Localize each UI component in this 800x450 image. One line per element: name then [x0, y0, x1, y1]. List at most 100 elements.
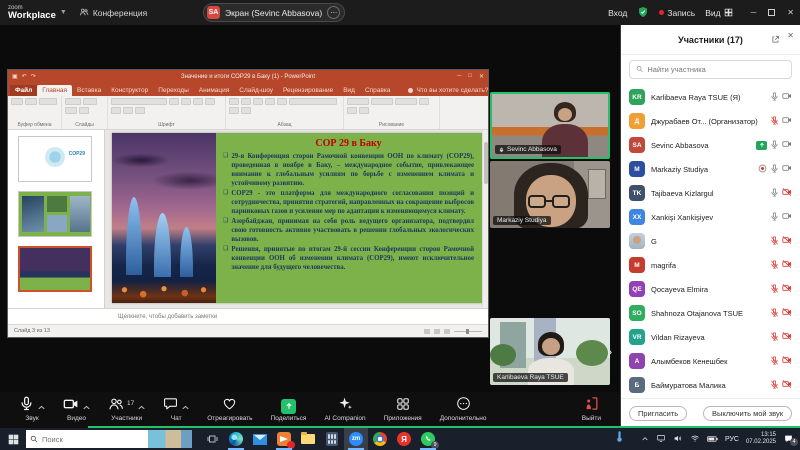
- participant-row[interactable]: Mmagrifa: [629, 253, 792, 277]
- ribbon-group-5[interactable]: Рисование: [344, 96, 440, 129]
- camera-off-icon[interactable]: [782, 328, 792, 346]
- slide-canvas[interactable]: СОР 29 в Баку ❑29-я Конференция сторон Р…: [112, 133, 482, 303]
- ppt-tab-6[interactable]: Анимация: [194, 85, 235, 96]
- camera-icon[interactable]: [782, 208, 792, 226]
- participant-row[interactable]: MMarkaziy Studiya: [629, 157, 792, 181]
- ppt-tab-9[interactable]: Вид: [338, 85, 360, 96]
- recording-indicator[interactable]: Запись: [659, 8, 695, 18]
- participant-row[interactable]: QEQocayeva Elmira: [629, 277, 792, 301]
- ppt-tab-8[interactable]: Рецензирование: [278, 85, 338, 96]
- camera-off-icon[interactable]: [782, 232, 792, 250]
- ppt-tab-3[interactable]: Вставка: [72, 85, 106, 96]
- camera-off-icon[interactable]: [782, 304, 792, 322]
- task-view-button[interactable]: [200, 428, 224, 450]
- ribbon-group-3[interactable]: Шрифт: [108, 96, 226, 129]
- chevron-up-icon[interactable]: [38, 397, 45, 415]
- participant-row[interactable]: VRVildan Rizayeva: [629, 325, 792, 349]
- participant-row[interactable]: ББаймуратова Малика: [629, 373, 792, 397]
- slide-sorter-icon[interactable]: [434, 329, 440, 334]
- camera-icon[interactable]: [782, 112, 792, 130]
- participant-search-box[interactable]: [629, 60, 792, 79]
- ppt-tab-4[interactable]: Конструктор: [106, 85, 153, 96]
- ppt-tab-10[interactable]: Справка: [360, 85, 396, 96]
- ppt-notes-area[interactable]: Щелкните, чтобы добавить заметки: [8, 308, 488, 324]
- mic-muted-icon[interactable]: [770, 304, 779, 322]
- zoom-slider[interactable]: [454, 331, 482, 332]
- notifications-button[interactable]: 4: [783, 434, 794, 444]
- weather-widget[interactable]: [615, 430, 624, 448]
- ribbon-group-2[interactable]: Слайды: [62, 96, 108, 129]
- minimize-button[interactable]: ─: [751, 8, 757, 17]
- normal-view-icon[interactable]: [424, 329, 430, 334]
- close-button[interactable]: ✕: [787, 8, 794, 17]
- slide-thumbnail-2[interactable]: [18, 191, 92, 237]
- participant-row[interactable]: ДДжурабаев От... (Организатор): [629, 109, 792, 133]
- display-icon[interactable]: [656, 430, 666, 448]
- ppt-quick-access-toolbar[interactable]: ▣↶↷: [12, 73, 36, 80]
- ppt-maximize-button[interactable]: □: [468, 73, 472, 80]
- participant-row[interactable]: ААлымбеков Кенешбек: [629, 349, 792, 373]
- whatsapp-app[interactable]: 9: [416, 428, 440, 450]
- ai-companion-button[interactable]: AI Companion: [315, 392, 374, 428]
- camera-off-icon[interactable]: [782, 256, 792, 274]
- mail-app[interactable]: [248, 428, 272, 450]
- file-explorer-app[interactable]: [296, 428, 320, 450]
- slideshow-icon[interactable]: [444, 329, 450, 334]
- chrome-app[interactable]: [368, 428, 392, 450]
- taskbar-search-input[interactable]: [42, 435, 134, 444]
- mic-muted-icon[interactable]: [770, 328, 779, 346]
- participant-row[interactable]: KRKarlibaeva Raya TSUE (Я): [629, 85, 792, 109]
- more-button[interactable]: Дополнительно: [431, 392, 496, 428]
- ppt-close-button[interactable]: ✕: [479, 73, 484, 80]
- participant-row[interactable]: TKTajibaeva Kizlargul: [629, 181, 792, 205]
- security-shield-icon[interactable]: [637, 6, 649, 20]
- camera-off-icon[interactable]: [782, 184, 792, 202]
- ppt-tab-7[interactable]: Слайд-шоу: [234, 85, 278, 96]
- volume-icon[interactable]: [673, 430, 683, 448]
- share-button[interactable]: Поделиться: [262, 392, 316, 428]
- telegram-app[interactable]: [272, 428, 296, 450]
- tray-expand-icon[interactable]: [641, 430, 649, 448]
- ppt-tab-2[interactable]: Главная: [37, 85, 72, 96]
- mic-icon[interactable]: [770, 208, 779, 226]
- participant-search-input[interactable]: [647, 65, 785, 74]
- yandex-browser-app[interactable]: Я: [392, 428, 416, 450]
- participant-row[interactable]: XXXankişi Xankişiyev: [629, 205, 792, 229]
- slide-thumbnail-3-selected[interactable]: [18, 246, 92, 292]
- video-thumbnail-active-speaker[interactable]: Sevinc Abbasova: [490, 92, 610, 159]
- camera-off-icon[interactable]: [782, 280, 792, 298]
- tab-screen-share[interactable]: SA Экран (Sevinc Abbasova) ⋯: [203, 3, 345, 22]
- mic-muted-icon[interactable]: [770, 112, 779, 130]
- ppt-slide-thumbnails[interactable]: COP29: [8, 130, 105, 308]
- taskbar-clock[interactable]: 13:15 07.02.2025: [746, 432, 776, 446]
- video-button[interactable]: Видео: [54, 392, 99, 428]
- video-thumbnail[interactable]: Markaziy Studiya: [490, 161, 610, 228]
- participants-button[interactable]: 17Участники: [99, 392, 154, 428]
- zoom-app[interactable]: zm: [344, 428, 368, 450]
- mic-icon[interactable]: [770, 88, 779, 106]
- ppt-tab-1[interactable]: Файл: [10, 85, 37, 96]
- video-thumbnail[interactable]: Karlibaeva Raya TSUE: [490, 318, 610, 385]
- tab-conference[interactable]: Конференция: [73, 7, 153, 19]
- ribbon-group-4[interactable]: Абзац: [226, 96, 344, 129]
- mic-icon[interactable]: [770, 160, 779, 178]
- mic-muted-icon[interactable]: [770, 352, 779, 370]
- edge-app[interactable]: [224, 428, 248, 450]
- apps-button[interactable]: Приложения: [375, 392, 431, 428]
- mic-muted-icon[interactable]: [770, 376, 779, 394]
- network-icon[interactable]: [690, 430, 700, 448]
- screen-share-options-button[interactable]: ⋯: [327, 6, 340, 19]
- participant-row[interactable]: SOShahnoza Otajanova TSUE: [629, 301, 792, 325]
- participant-row[interactable]: SASevinc Abbasova: [629, 133, 792, 157]
- chevron-up-icon[interactable]: [182, 397, 189, 415]
- camera-icon[interactable]: [782, 88, 792, 106]
- camera-icon[interactable]: [782, 160, 792, 178]
- mute-my-audio-button[interactable]: Выключить мой звук: [703, 406, 792, 421]
- camera-off-icon[interactable]: [782, 352, 792, 370]
- taskbar-search-box[interactable]: [26, 430, 192, 448]
- signin-link[interactable]: Вход: [608, 8, 627, 18]
- chevron-up-icon[interactable]: [83, 397, 90, 415]
- maximize-button[interactable]: [768, 9, 775, 16]
- react-button[interactable]: Отреагировать: [198, 392, 261, 428]
- mic-muted-icon[interactable]: [770, 232, 779, 250]
